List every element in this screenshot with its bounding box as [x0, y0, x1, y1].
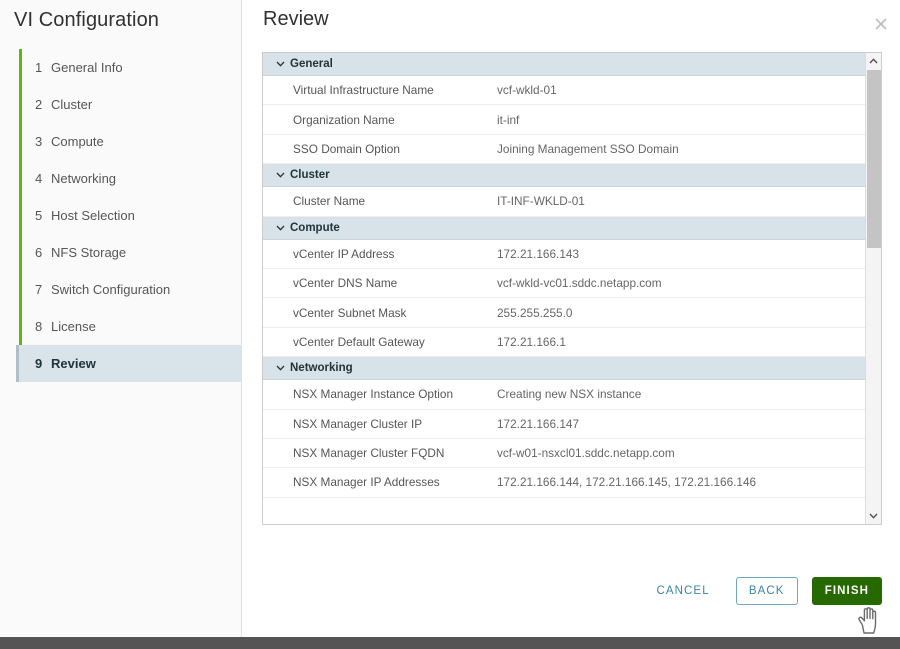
review-row-key: vCenter Subnet Mask: [263, 306, 497, 320]
close-icon[interactable]: [870, 13, 892, 35]
wizard-step-label: Compute: [51, 134, 104, 149]
review-row: Organization Nameit-inf: [263, 105, 866, 134]
wizard-step-compute[interactable]: 3Compute: [19, 123, 242, 160]
wizard-step-review[interactable]: 9Review: [16, 345, 242, 382]
review-row-value: vcf-wkld-01: [497, 83, 866, 97]
review-row-key: NSX Manager Cluster IP: [263, 417, 497, 431]
scrollbar-thumb[interactable]: [867, 70, 881, 248]
review-row-key: vCenter Default Gateway: [263, 335, 497, 349]
review-row-key: NSX Manager Instance Option: [263, 387, 497, 401]
os-taskbar: [0, 637, 900, 649]
wizard-step-number: 2: [35, 97, 51, 112]
review-row-key: Virtual Infrastructure Name: [263, 83, 497, 97]
wizard-step-switch-configuration[interactable]: 7Switch Configuration: [19, 271, 242, 308]
review-row-key: vCenter IP Address: [263, 247, 497, 261]
review-row-key: vCenter DNS Name: [263, 276, 497, 290]
review-row-value: vcf-w01-nsxcl01.sddc.netapp.com: [497, 446, 866, 460]
review-row: SSO Domain OptionJoining Management SSO …: [263, 135, 866, 164]
review-row-value: 172.21.166.143: [497, 247, 866, 261]
wizard-step-networking[interactable]: 4Networking: [19, 160, 242, 197]
review-row: NSX Manager Instance OptionCreating new …: [263, 380, 866, 409]
review-section-title: Networking: [290, 362, 353, 374]
finish-button[interactable]: FINISH: [812, 577, 882, 605]
review-row: vCenter DNS Namevcf-wkld-vc01.sddc.netap…: [263, 269, 866, 298]
vertical-scrollbar[interactable]: [865, 53, 881, 524]
wizard-step-number: 5: [35, 208, 51, 223]
wizard-step-number: 8: [35, 319, 51, 334]
wizard-panel: VI Configuration 1General Info2Cluster3C…: [0, 0, 242, 637]
review-row: Cluster NameIT-INF-WKLD-01: [263, 187, 866, 216]
wizard-step-general-info[interactable]: 1General Info: [19, 49, 242, 86]
chevron-up-icon[interactable]: [866, 53, 881, 69]
wizard-step-host-selection[interactable]: 5Host Selection: [19, 197, 242, 234]
wizard-step-number: 9: [35, 356, 51, 371]
chevron-down-icon: [276, 225, 290, 231]
wizard-step-list: 1General Info2Cluster3Compute4Networking…: [19, 49, 242, 382]
wizard-step-label: Networking: [51, 171, 116, 186]
review-row: NSX Manager Cluster FQDNvcf-w01-nsxcl01.…: [263, 439, 866, 468]
wizard-step-label: Switch Configuration: [51, 282, 170, 297]
review-content-pane: Review General Virtual Infrastructure Nam…: [243, 0, 900, 637]
review-row-key: NSX Manager Cluster FQDN: [263, 446, 497, 460]
review-row: Virtual Infrastructure Namevcf-wkld-01: [263, 76, 866, 105]
page-title: Review: [263, 8, 329, 31]
review-row: vCenter Subnet Mask255.255.255.0: [263, 298, 866, 327]
vcf-vi-configuration-dialog: VI Configuration 1General Info2Cluster3C…: [0, 0, 900, 649]
wizard-step-label: License: [51, 319, 96, 334]
wizard-step-number: 6: [35, 245, 51, 260]
chevron-down-icon: [276, 172, 290, 178]
review-row-value: IT-INF-WKLD-01: [497, 194, 866, 208]
review-row-key: Organization Name: [263, 113, 497, 127]
review-section-header-networking[interactable]: Networking: [263, 357, 866, 380]
review-section-title: Cluster: [290, 169, 330, 181]
review-row-key: NSX Manager IP Addresses: [263, 475, 497, 489]
review-section-title: Compute: [290, 222, 340, 234]
review-section-title: General: [290, 58, 333, 70]
review-row-value: Creating new NSX instance: [497, 387, 866, 401]
review-row-key: SSO Domain Option: [263, 142, 497, 156]
wizard-step-number: 1: [35, 60, 51, 75]
wizard-step-number: 7: [35, 282, 51, 297]
wizard-step-label: NFS Storage: [51, 245, 126, 260]
dialog-footer-actions: CANCEL BACK FINISH: [644, 577, 882, 605]
wizard-step-label: General Info: [51, 60, 123, 75]
wizard-step-number: 4: [35, 171, 51, 186]
review-row-value: vcf-wkld-vc01.sddc.netapp.com: [497, 276, 866, 290]
wizard-step-cluster[interactable]: 2Cluster: [19, 86, 242, 123]
back-button[interactable]: BACK: [736, 577, 798, 605]
cancel-button[interactable]: CANCEL: [644, 577, 721, 605]
review-row: vCenter Default Gateway172.21.166.1: [263, 328, 866, 357]
review-row: NSX Manager IP Addresses172.21.166.144, …: [263, 468, 866, 497]
wizard-step-license[interactable]: 8License: [19, 308, 242, 345]
review-scroll-viewport: GeneralVirtual Infrastructure Namevcf-wk…: [263, 53, 866, 524]
chevron-down-icon: [276, 365, 290, 371]
review-row-key: Cluster Name: [263, 194, 497, 208]
chevron-down-icon: [276, 61, 290, 67]
review-section-header-general[interactable]: General: [263, 53, 866, 76]
chevron-down-icon[interactable]: [866, 508, 881, 524]
review-section-header-cluster[interactable]: Cluster: [263, 164, 866, 187]
wizard-step-label: Review: [51, 356, 96, 371]
review-row-value: Joining Management SSO Domain: [497, 142, 866, 156]
review-row: vCenter IP Address172.21.166.143: [263, 240, 866, 269]
review-row-value: 172.21.166.1: [497, 335, 866, 349]
review-row-value: 172.21.166.147: [497, 417, 866, 431]
review-row: NSX Manager Cluster IP172.21.166.147: [263, 410, 866, 439]
review-section-header-compute[interactable]: Compute: [263, 217, 866, 240]
review-row-value: it-inf: [497, 113, 866, 127]
wizard-step-number: 3: [35, 134, 51, 149]
wizard-step-label: Host Selection: [51, 208, 135, 223]
review-row-value: 172.21.166.144, 172.21.166.145, 172.21.1…: [497, 475, 866, 489]
review-row-value: 255.255.255.0: [497, 306, 866, 320]
wizard-step-nfs-storage[interactable]: 6NFS Storage: [19, 234, 242, 271]
review-summary-table: GeneralVirtual Infrastructure Namevcf-wk…: [262, 52, 882, 525]
wizard-title: VI Configuration: [14, 9, 159, 32]
wizard-step-label: Cluster: [51, 97, 92, 112]
